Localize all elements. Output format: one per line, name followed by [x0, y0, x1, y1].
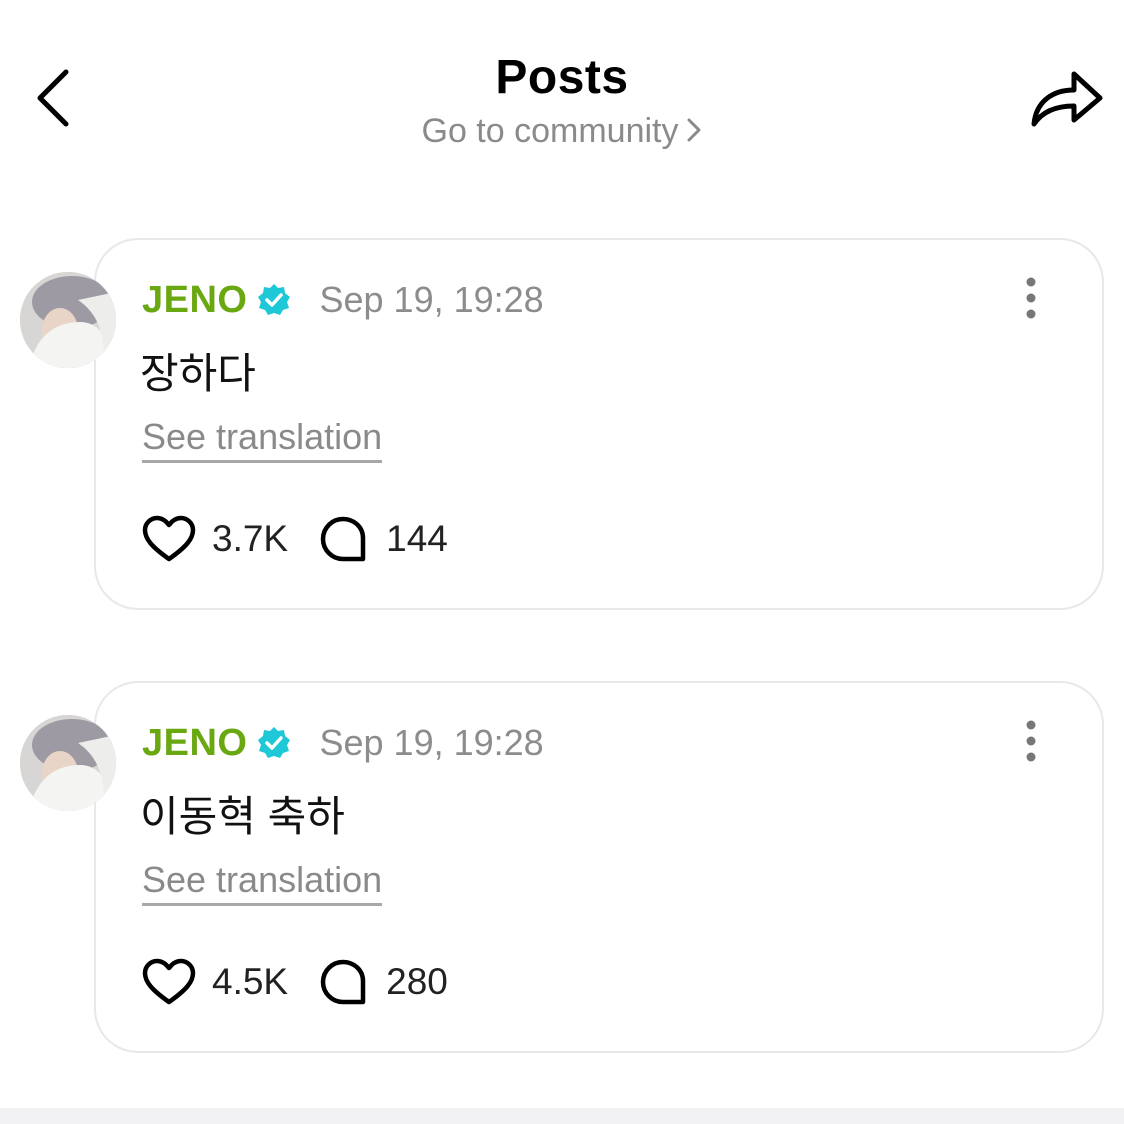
avatar[interactable]	[20, 272, 116, 368]
page-title: Posts	[495, 51, 629, 104]
go-to-community-link[interactable]: Go to community	[0, 112, 1124, 153]
post-stats: 3.7K 144	[142, 514, 448, 564]
post-text: 장하다	[140, 350, 256, 397]
avatar[interactable]	[20, 715, 116, 811]
post-header: JENO Sep 19, 19:28	[142, 276, 544, 324]
comment-icon	[320, 516, 366, 562]
post-timestamp: Sep 19, 19:28	[319, 279, 544, 320]
share-button[interactable]	[1028, 62, 1106, 134]
post-item: JENO Sep 19, 19:28 장하다 See translation 3…	[0, 238, 1124, 610]
heart-icon	[142, 515, 196, 562]
like-button[interactable]: 4.5K	[142, 958, 288, 1006]
verified-badge-icon	[257, 283, 291, 317]
verified-badge-icon	[257, 726, 291, 760]
post-item: JENO Sep 19, 19:28 이동혁 축하 See translatio…	[0, 681, 1124, 1053]
heart-icon	[142, 958, 196, 1005]
comment-icon	[320, 959, 366, 1005]
more-options-button[interactable]	[1016, 276, 1046, 320]
comment-button[interactable]: 280	[316, 958, 448, 1006]
like-count: 4.5K	[212, 961, 289, 1002]
post-header: JENO Sep 19, 19:28	[142, 719, 544, 767]
comment-button[interactable]: 144	[316, 515, 448, 563]
community-link-label: Go to community	[421, 112, 679, 150]
post-text: 이동혁 축하	[140, 793, 345, 840]
author-name[interactable]: JENO	[142, 722, 247, 765]
share-icon	[1031, 71, 1103, 127]
like-count: 3.7K	[212, 518, 289, 559]
author-name[interactable]: JENO	[142, 279, 247, 322]
bottom-divider	[0, 1108, 1124, 1124]
more-vertical-icon	[1026, 720, 1036, 762]
post-stats: 4.5K 280	[142, 957, 448, 1007]
posts-screen: Posts Go to community JENO Sep 19, 19:28…	[0, 0, 1124, 1124]
chevron-right-icon	[686, 114, 702, 153]
more-options-button[interactable]	[1016, 719, 1046, 763]
like-button[interactable]: 3.7K	[142, 515, 288, 563]
more-vertical-icon	[1026, 277, 1036, 319]
comment-count: 144	[386, 518, 448, 559]
comment-count: 280	[386, 961, 448, 1002]
post-timestamp: Sep 19, 19:28	[319, 722, 544, 763]
see-translation-link[interactable]: See translation	[142, 416, 383, 463]
see-translation-link[interactable]: See translation	[142, 859, 383, 906]
